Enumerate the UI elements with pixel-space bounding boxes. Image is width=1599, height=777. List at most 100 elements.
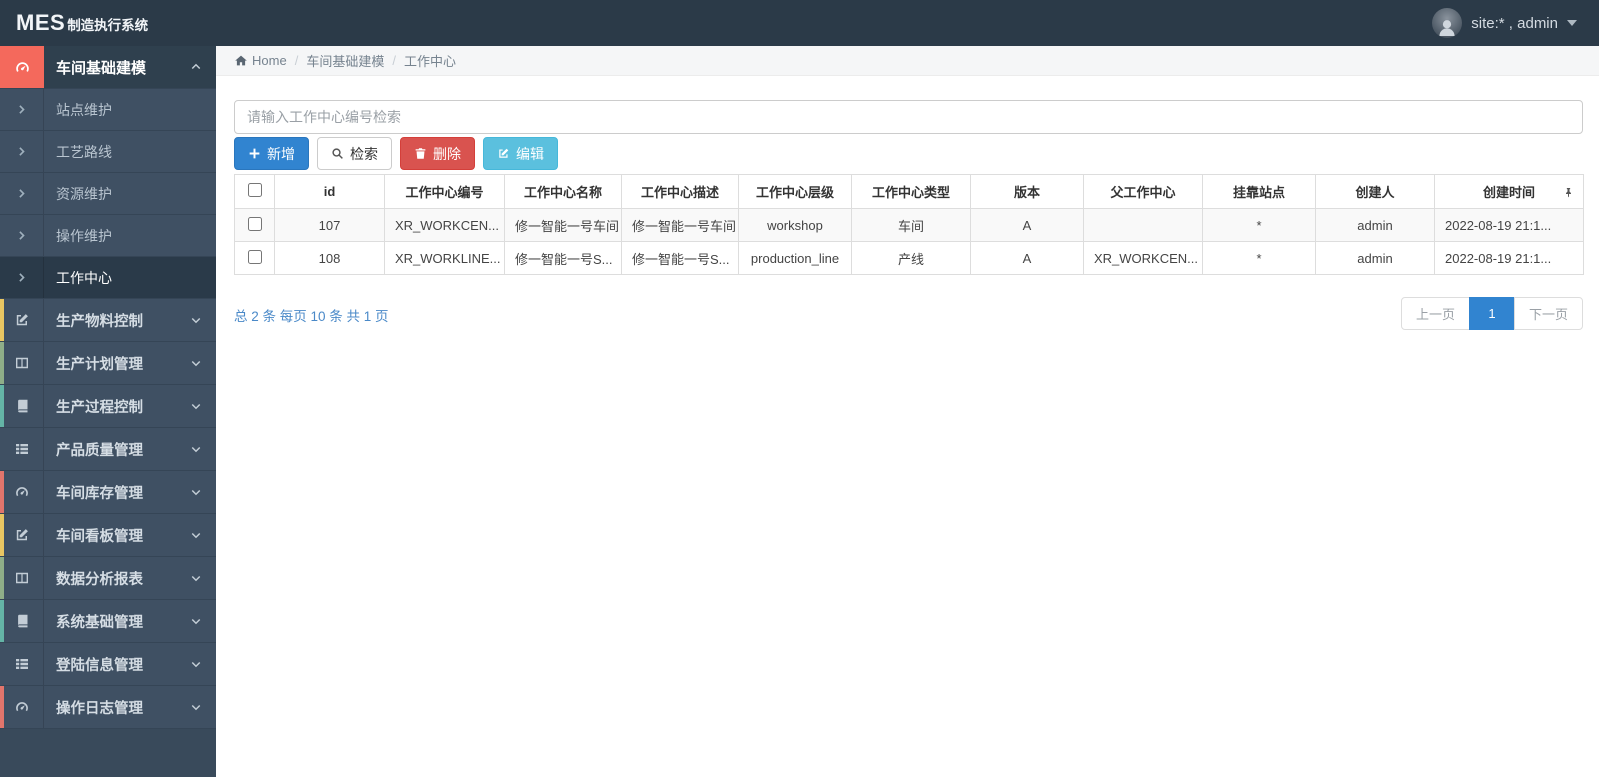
sidebar-group-workshop-modeling[interactable]: 车间基础建模: [0, 46, 216, 89]
sidebar-item-label: 车间库存管理: [56, 485, 143, 502]
search-button-label: 检索: [350, 145, 378, 162]
column-header-type: 工作中心类型: [851, 174, 971, 209]
sidebar-group-label: 车间基础建模: [56, 59, 147, 77]
sidebar-item-quality-management[interactable]: 产品质量管理: [0, 428, 216, 471]
sidebar-item-process-control[interactable]: 生产过程控制: [0, 385, 216, 428]
pagination-next[interactable]: 下一页: [1513, 297, 1583, 330]
app-logo: MES 制造执行系统: [0, 10, 148, 36]
sidebar-item-label: 数据分析报表: [56, 571, 143, 588]
add-button[interactable]: 新增: [234, 137, 309, 170]
sidebar-item-label: 站点维护: [56, 101, 112, 118]
angle-right-icon: [0, 215, 44, 256]
columns-icon: [0, 342, 44, 384]
table-cell: *: [1202, 208, 1316, 242]
accent-strip: [0, 342, 4, 384]
select-all-cell: [234, 174, 275, 209]
pagination-summary: 总 2 条 每页 10 条 共 1 页: [234, 309, 389, 324]
column-header-level: 工作中心层级: [738, 174, 852, 209]
sidebar-item-operation-maintenance[interactable]: 操作维护: [0, 215, 216, 257]
toolbar: 新增 检索 删除 编辑: [234, 137, 1583, 170]
sidebar-item-label: 生产物料控制: [56, 313, 143, 330]
column-header-name: 工作中心名称: [504, 174, 622, 209]
select-all-checkbox[interactable]: [247, 183, 262, 197]
sidebar-item-resource-maintenance[interactable]: 资源维护: [0, 173, 216, 215]
table-cell: *: [1202, 241, 1316, 275]
breadcrumb-separator: /: [294, 53, 299, 68]
breadcrumb-home[interactable]: Home: [252, 53, 287, 68]
edit-button[interactable]: 编辑: [483, 137, 558, 170]
sidebar-item-system-management[interactable]: 系统基础管理: [0, 600, 216, 643]
table-cell: 修一智能一号S...: [504, 241, 622, 275]
caret-down-icon: [1567, 20, 1577, 26]
breadcrumb-level1: 车间基础建模: [306, 54, 385, 69]
search-button[interactable]: 检索: [317, 137, 392, 170]
angle-right-icon: [0, 131, 44, 172]
angle-right-icon: [0, 257, 44, 298]
table-cell: 车间: [851, 208, 971, 242]
table-cell: admin: [1315, 241, 1435, 275]
column-header-station: 挂靠站点: [1202, 174, 1316, 209]
accent-strip: [0, 514, 4, 556]
sidebar-item-label: 登陆信息管理: [56, 657, 143, 674]
table-cell: production_line: [738, 241, 852, 275]
chevron-down-icon: [191, 317, 201, 324]
dashboard-icon: [0, 46, 44, 88]
sidebar-item-data-analysis-reports[interactable]: 数据分析报表: [0, 557, 216, 600]
column-header-desc: 工作中心描述: [621, 174, 739, 209]
columns-icon: [0, 557, 44, 599]
avatar: [1432, 8, 1463, 38]
trash-icon: [415, 148, 426, 159]
sidebar-item-login-info-management[interactable]: 登陆信息管理: [0, 643, 216, 686]
table-cell: admin: [1315, 208, 1435, 242]
dashboard-icon: [0, 686, 44, 728]
row-checkbox[interactable]: [247, 249, 262, 264]
sidebar-item-plan-management[interactable]: 生产计划管理: [0, 342, 216, 385]
sidebar-item-label: 操作维护: [56, 227, 112, 244]
sidebar-item-label: 工作中心: [56, 269, 112, 286]
sidebar-item-material-control[interactable]: 生产物料控制: [0, 299, 216, 342]
app-logo-secondary: 制造执行系统: [67, 18, 149, 33]
table-cell: 产线: [851, 241, 971, 275]
pagination-page-1[interactable]: 1: [1468, 297, 1515, 330]
list-icon: [0, 643, 44, 685]
sidebar-item-label: 生产计划管理: [56, 356, 143, 373]
column-header-id: id: [274, 174, 385, 209]
table-cell: 修一智能一号S...: [621, 241, 739, 275]
sidebar-item-station-maintenance[interactable]: 站点维护: [0, 89, 216, 131]
row-checkbox[interactable]: [247, 216, 262, 231]
sidebar-item-label: 操作日志管理: [56, 700, 143, 717]
sidebar-item-label: 系统基础管理: [56, 614, 143, 631]
breadcrumb-separator: /: [392, 53, 396, 68]
chevron-down-icon: [191, 532, 201, 539]
work-center-panel: 新增 检索 删除 编辑: [216, 76, 1599, 330]
chevron-down-icon: [191, 446, 201, 453]
table-row[interactable]: 108 XR_WORKLINE... 修一智能一号S... 修一智能一号S...…: [234, 241, 1584, 275]
angle-right-icon: [0, 89, 44, 130]
chevron-up-icon: [191, 63, 201, 70]
sidebar-item-kanban-management[interactable]: 车间看板管理: [0, 514, 216, 557]
search-input[interactable]: [234, 100, 1583, 134]
pin-icon[interactable]: [1563, 187, 1574, 198]
table-row[interactable]: 107 XR_WORKCEN... 修一智能一号车间 修一智能一号车间 work…: [234, 208, 1584, 242]
main-content: Home / 车间基础建模 / 工作中心 新增 检索 删除 编辑: [216, 46, 1599, 777]
table-header-row: id 工作中心编号 工作中心名称 工作中心描述 工作中心层级 工作中心类型 版本…: [234, 174, 1584, 209]
table-cell: A: [970, 208, 1084, 242]
user-menu[interactable]: site:* , admin: [1432, 8, 1599, 38]
topbar: MES 制造执行系统 site:* , admin: [0, 0, 1599, 46]
add-button-label: 新增: [267, 145, 295, 162]
chevron-down-icon: [191, 489, 201, 496]
column-header-created: 创建时间: [1434, 174, 1584, 209]
sidebar-item-process-route[interactable]: 工艺路线: [0, 131, 216, 173]
table-cell: XR_WORKCEN...: [1083, 241, 1203, 275]
delete-button-label: 删除: [433, 145, 461, 162]
pagination-prev[interactable]: 上一页: [1400, 297, 1470, 330]
table-cell: [234, 208, 275, 242]
sidebar-item-operation-log-management[interactable]: 操作日志管理: [0, 686, 216, 729]
sidebar: 车间基础建模 站点维护 工艺路线 资源维护 操作维护 工作中心 生产物料控制 生…: [0, 46, 216, 777]
work-center-table: id 工作中心编号 工作中心名称 工作中心描述 工作中心层级 工作中心类型 版本…: [234, 174, 1584, 275]
book-icon: [0, 600, 44, 642]
sidebar-item-work-center[interactable]: 工作中心: [0, 257, 216, 299]
sidebar-item-inventory-management[interactable]: 车间库存管理: [0, 471, 216, 514]
user-label: site:* , admin: [1471, 14, 1558, 32]
delete-button[interactable]: 删除: [400, 137, 475, 170]
